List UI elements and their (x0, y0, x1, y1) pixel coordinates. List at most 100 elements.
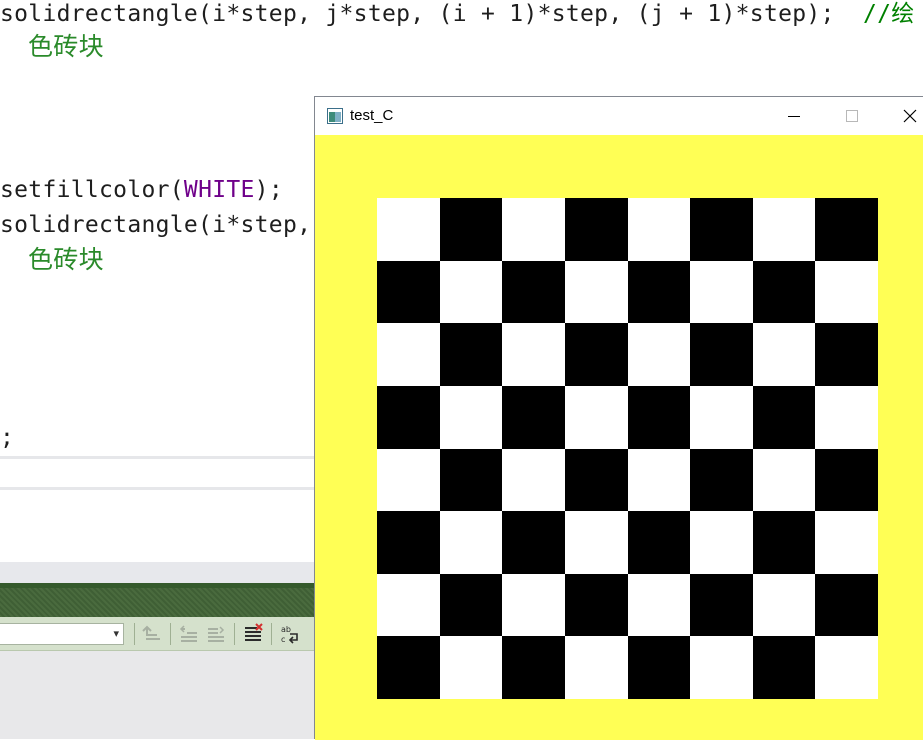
macro-constant: WHITE (183, 177, 255, 203)
board-square (439, 636, 503, 700)
code-text: ); (254, 177, 283, 203)
board-square (690, 448, 754, 512)
board-square (627, 448, 691, 512)
board-square (815, 385, 879, 449)
board-square (690, 573, 754, 637)
board-square (377, 511, 440, 575)
board-square (439, 448, 503, 512)
code-text: solidrectangle(i*step, (0, 212, 312, 238)
board-square (502, 511, 566, 575)
board-square (627, 573, 691, 637)
board-square (502, 636, 566, 700)
board-square (502, 260, 566, 324)
minimize-icon (788, 116, 800, 117)
editor-divider (0, 456, 316, 459)
code-text: ; (0, 425, 15, 451)
board-square (564, 573, 628, 637)
board-square (752, 385, 816, 449)
code-line-1[interactable]: solidrectangle(i*step, j*step, (i + 1)*s… (0, 0, 915, 29)
board-square (564, 198, 628, 261)
output-source-dropdown[interactable]: ▾ (0, 623, 124, 645)
board-square (502, 198, 566, 261)
toolbar-separator (234, 623, 235, 645)
board-square (564, 260, 628, 324)
board-square (377, 323, 440, 387)
board-square (627, 511, 691, 575)
goto-previous-icon[interactable] (141, 622, 165, 646)
board-square (439, 573, 503, 637)
window-title: test_C (350, 107, 394, 124)
board-square (439, 385, 503, 449)
maximize-icon (846, 110, 858, 122)
board-square (815, 260, 879, 324)
chevron-down-icon: ▾ (113, 627, 119, 640)
board-square (627, 260, 691, 324)
board-square (752, 511, 816, 575)
board-square (564, 448, 628, 512)
board-square (439, 511, 503, 575)
board-square (752, 636, 816, 700)
editor-bottom-area (0, 490, 316, 562)
graphics-canvas[interactable] (315, 135, 923, 740)
app-window-icon (327, 108, 343, 128)
close-button[interactable] (887, 97, 923, 135)
board-square (502, 385, 566, 449)
board-square (815, 198, 879, 261)
checkerboard (377, 198, 879, 700)
board-square (502, 323, 566, 387)
output-panel-header[interactable] (0, 583, 316, 617)
find-next-icon[interactable] (204, 622, 228, 646)
board-square (752, 260, 816, 324)
board-square (815, 511, 879, 575)
toolbar-separator (134, 623, 135, 645)
board-square (439, 198, 503, 261)
board-square (377, 385, 440, 449)
board-square (690, 511, 754, 575)
maximize-button[interactable] (829, 97, 875, 135)
window-titlebar[interactable]: test_C (315, 97, 923, 135)
graphics-window[interactable]: test_C (314, 96, 923, 740)
board-square (502, 448, 566, 512)
board-square (564, 323, 628, 387)
splitter[interactable] (0, 562, 316, 583)
board-square (439, 323, 503, 387)
board-square (815, 448, 879, 512)
board-square (690, 198, 754, 261)
board-square (690, 260, 754, 324)
comment-continuation: 色砖块 (28, 32, 104, 61)
board-square (752, 323, 816, 387)
toggle-word-wrap-icon[interactable]: ab c (278, 622, 302, 646)
board-square (815, 573, 879, 637)
code-text: setfillcolor( (0, 177, 184, 203)
board-square (815, 636, 879, 700)
board-square (627, 198, 691, 261)
board-square (564, 511, 628, 575)
toolbar-separator (271, 623, 272, 645)
board-square (752, 448, 816, 512)
code-line-2[interactable]: setfillcolor(WHITE); (0, 175, 283, 205)
board-square (690, 323, 754, 387)
board-square (377, 448, 440, 512)
code-line-3-wrap[interactable]: 色砖块 (28, 245, 104, 276)
toolbar-separator (170, 623, 171, 645)
code-line-4[interactable]: ; (0, 423, 14, 453)
board-square (752, 198, 816, 261)
output-toolbar: ▾ ab c (0, 617, 316, 651)
board-square (815, 323, 879, 387)
find-previous-icon[interactable] (177, 622, 201, 646)
board-square (690, 385, 754, 449)
code-text: solidrectangle(i*step, j*step, (i + 1)*s… (0, 1, 835, 27)
board-square (627, 385, 691, 449)
board-square (377, 260, 440, 324)
minimize-button[interactable] (771, 97, 817, 135)
board-square (564, 385, 628, 449)
code-line-1-wrap[interactable]: 色砖块 (28, 32, 104, 63)
clear-all-icon[interactable] (241, 622, 265, 646)
code-line-3[interactable]: solidrectangle(i*step, (0, 210, 311, 240)
board-square (377, 636, 440, 700)
board-square (377, 198, 440, 261)
board-square (627, 323, 691, 387)
code-comment: //绘 (862, 1, 915, 27)
svg-text:c: c (281, 635, 285, 644)
comment-continuation: 色砖块 (28, 245, 104, 274)
